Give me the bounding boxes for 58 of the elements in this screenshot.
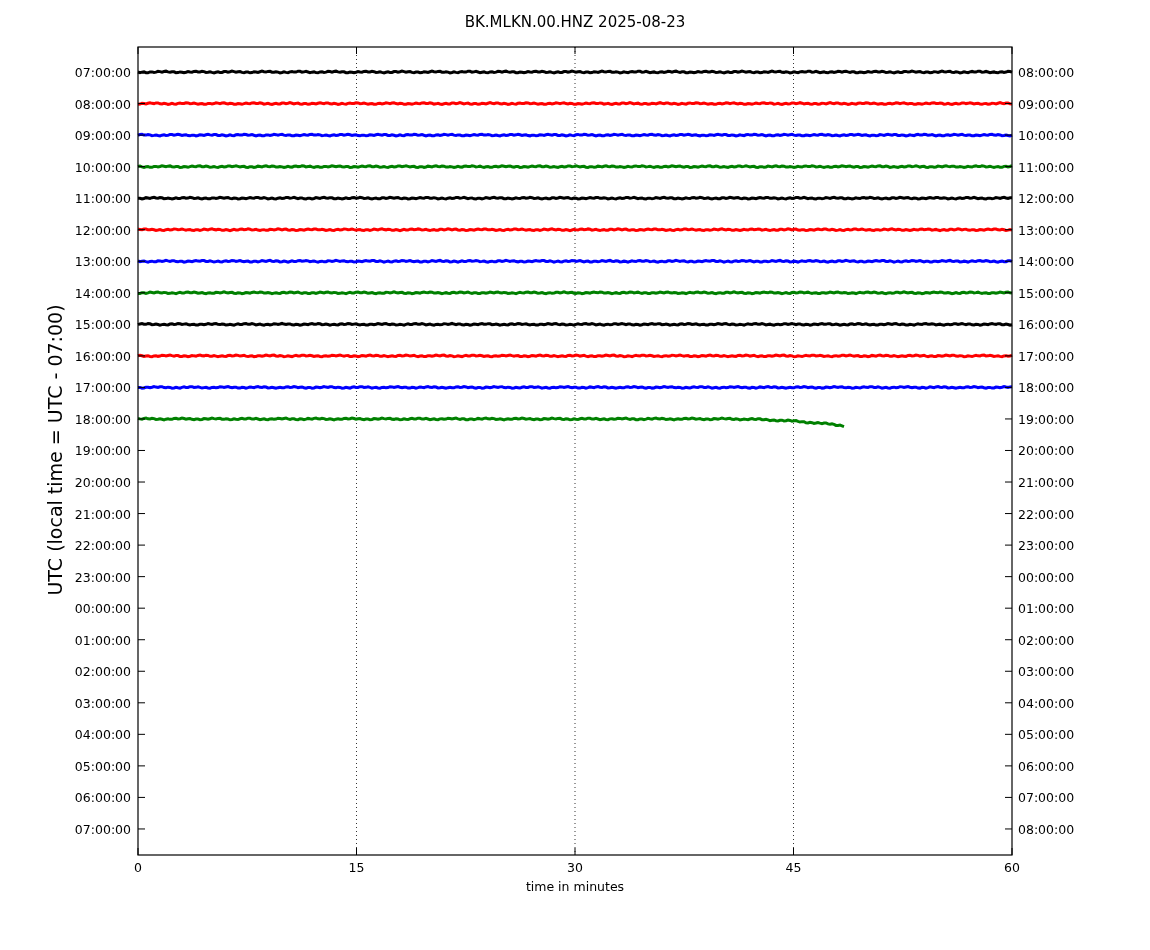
y-tick-label: 03:00:00 bbox=[1018, 664, 1075, 680]
y-tick-label: 21:00:00 bbox=[74, 506, 131, 522]
y-tick-label: 07:00:00 bbox=[74, 821, 131, 837]
y-tick-label: 09:00:00 bbox=[1018, 96, 1075, 112]
y-tick-label: 17:00:00 bbox=[1018, 348, 1075, 364]
y-tick-label: 09:00:00 bbox=[74, 128, 131, 144]
y-tick-label: 06:00:00 bbox=[1018, 758, 1075, 774]
y-tick-label: 19:00:00 bbox=[1018, 411, 1075, 427]
y-tick-label: 02:00:00 bbox=[74, 664, 131, 680]
y-tick-label: 05:00:00 bbox=[74, 758, 131, 774]
y-tick-label: 06:00:00 bbox=[74, 790, 131, 806]
y-tick-label: 05:00:00 bbox=[1018, 727, 1075, 743]
y-tick-label: 18:00:00 bbox=[74, 411, 131, 427]
y-tick-label: 15:00:00 bbox=[74, 317, 131, 333]
chart-title: BK.MLKN.00.HNZ 2025-08-23 bbox=[464, 13, 686, 31]
y-tick-label: 10:00:00 bbox=[74, 159, 131, 175]
y-tick-label: 08:00:00 bbox=[74, 96, 131, 112]
y-tick-label: 13:00:00 bbox=[74, 254, 131, 270]
y-tick-label: 16:00:00 bbox=[1018, 317, 1075, 333]
y-tick-label: 11:00:00 bbox=[74, 191, 131, 207]
y-tick-label: 07:00:00 bbox=[1018, 790, 1075, 806]
y-tick-label: 21:00:00 bbox=[1018, 475, 1075, 490]
y-tick-label: 17:00:00 bbox=[74, 380, 131, 396]
y-tick-label: 12:00:00 bbox=[74, 222, 131, 238]
y-tick-label: 22:00:00 bbox=[74, 538, 131, 554]
y-tick-label: 00:00:00 bbox=[1018, 569, 1075, 585]
y-tick-label: 19:00:00 bbox=[74, 443, 131, 459]
y-tick-label: 04:00:00 bbox=[1018, 695, 1075, 711]
y-tick-label: 13:00:00 bbox=[1018, 222, 1075, 238]
y-tick-label: 23:00:00 bbox=[74, 569, 131, 585]
y-tick-label: 14:00:00 bbox=[74, 285, 131, 301]
x-tick-label: 60 bbox=[1004, 860, 1020, 875]
y-tick-label: 14:00:00 bbox=[1018, 254, 1075, 270]
y-tick-label: 03:00:00 bbox=[74, 695, 131, 711]
y-tick-label: 04:00:00 bbox=[74, 727, 131, 743]
y-tick-label: 22:00:00 bbox=[1018, 506, 1075, 522]
y-tick-label: 11:00:00 bbox=[1018, 159, 1075, 175]
y-tick-label: 20:00:00 bbox=[1018, 443, 1075, 459]
y-tick-label: 01:00:00 bbox=[74, 632, 131, 648]
x-axis-title: time in minutes bbox=[525, 879, 625, 894]
y-tick-label: 18:00:00 bbox=[1018, 380, 1075, 396]
x-tick-label: 15 bbox=[348, 860, 365, 875]
y-tick-label: 16:00:00 bbox=[74, 348, 131, 364]
y-tick-label: 12:00:00 bbox=[1018, 191, 1075, 207]
y-tick-label: 07:00:00 bbox=[74, 65, 131, 80]
y-tick-label: 10:00:00 bbox=[1018, 128, 1075, 144]
x-tick-label: 0 bbox=[134, 860, 142, 875]
y-tick-label: 02:00:00 bbox=[1018, 632, 1075, 648]
y-tick-label: 20:00:00 bbox=[74, 475, 131, 490]
y-tick-label: 00:00:00 bbox=[74, 601, 131, 617]
y-tick-label: 15:00:00 bbox=[1018, 285, 1075, 301]
y-axis-title: UTC (local time = UTC - 07:00) bbox=[44, 304, 66, 596]
y-tick-label: 08:00:00 bbox=[1018, 821, 1075, 837]
x-tick-label: 45 bbox=[785, 860, 802, 875]
y-tick-label: 01:00:00 bbox=[1018, 601, 1075, 617]
x-tick-label: 30 bbox=[567, 860, 583, 875]
y-tick-label: 23:00:00 bbox=[1018, 538, 1075, 554]
y-tick-label: 08:00:00 bbox=[1018, 65, 1075, 80]
